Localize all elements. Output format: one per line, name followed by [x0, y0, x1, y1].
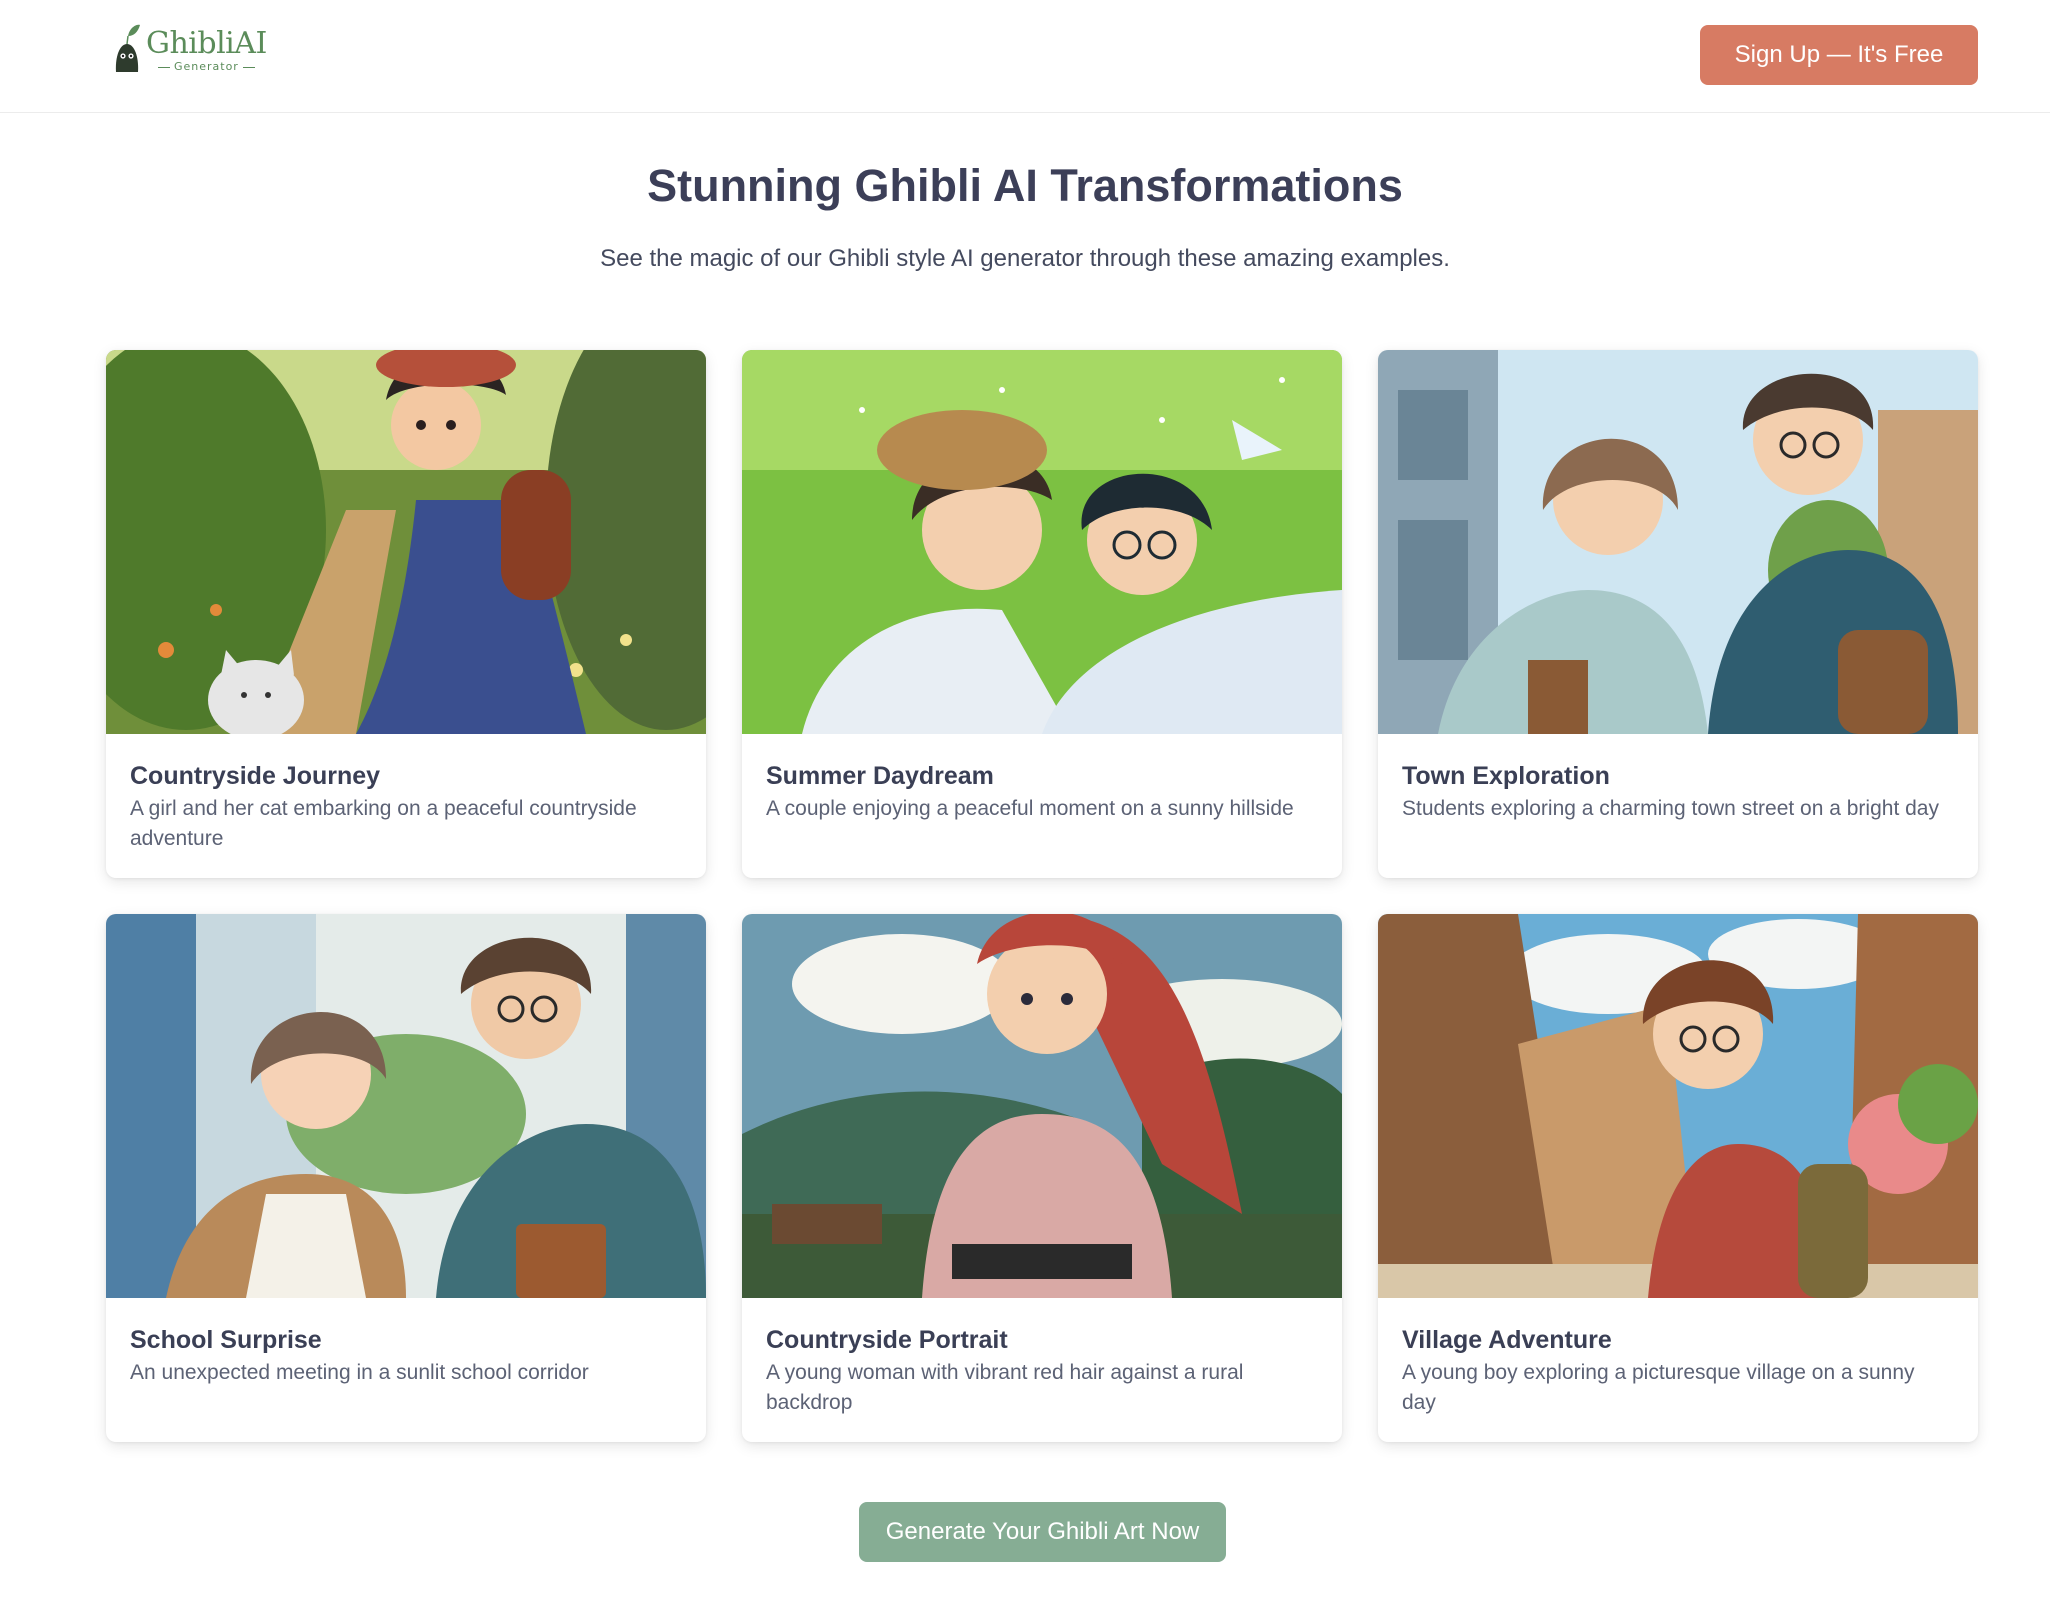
- gallery-card-title: Summer Daydream: [766, 762, 994, 790]
- soot-sprite-leaf-icon: [112, 22, 142, 78]
- gallery-card[interactable]: Countryside Portrait A young woman with …: [742, 914, 1342, 1442]
- signup-button[interactable]: Sign Up — It's Free: [1700, 25, 1978, 85]
- section-title: Stunning Ghibli AI Transformations: [647, 160, 1403, 211]
- logo-subtitle: Generator: [158, 61, 255, 73]
- gallery-card-description: A young boy exploring a picturesque vill…: [1402, 1361, 1915, 1414]
- logo-name: GhibliAI: [146, 26, 267, 61]
- generate-art-button[interactable]: Generate Your Ghibli Art Now: [859, 1502, 1226, 1562]
- gallery-card-image: [1378, 350, 1978, 734]
- gallery-card-title: School Surprise: [130, 1326, 322, 1354]
- ghibliai-logo[interactable]: GhibliAI Generator: [112, 20, 267, 80]
- gallery-grid: Countryside Journey A girl and her cat e…: [106, 350, 1978, 1442]
- gallery-card-description: An unexpected meeting in a sunlit school…: [130, 1361, 589, 1384]
- gallery-card[interactable]: School Surprise An unexpected meeting in…: [106, 914, 706, 1442]
- gallery-card-image: [1378, 914, 1978, 1298]
- gallery-card-image: [106, 914, 706, 1298]
- gallery-card-title: Countryside Journey: [130, 762, 381, 790]
- gallery-card-image: [742, 914, 1342, 1298]
- gallery-card-description: A young woman with vibrant red hair agai…: [766, 1361, 1244, 1414]
- gallery-card[interactable]: Town Exploration Students exploring a ch…: [1378, 350, 1978, 878]
- gallery-card-title: Town Exploration: [1402, 762, 1610, 790]
- gallery-card-image: [742, 350, 1342, 734]
- top-navigation-bar: GhibliAI Generator Sign Up — It's Free: [0, 0, 2050, 113]
- gallery-card-title: Village Adventure: [1402, 1326, 1612, 1354]
- gallery-card-title: Countryside Portrait: [766, 1326, 1008, 1354]
- gallery-card[interactable]: Summer Daydream A couple enjoying a peac…: [742, 350, 1342, 878]
- gallery-card-description: A couple enjoying a peaceful moment on a…: [766, 797, 1294, 820]
- gallery-card-description: Students exploring a charming town stree…: [1402, 797, 1939, 820]
- logo-wordmark: GhibliAI Generator: [146, 27, 267, 73]
- section-subtitle: See the magic of our Ghibli style AI gen…: [600, 245, 1450, 272]
- gallery-card-image: [106, 350, 706, 734]
- gallery-card[interactable]: Countryside Journey A girl and her cat e…: [106, 350, 706, 878]
- gallery-card-description: A girl and her cat embarking on a peacef…: [130, 797, 637, 850]
- gallery-card[interactable]: Village Adventure A young boy exploring …: [1378, 914, 1978, 1442]
